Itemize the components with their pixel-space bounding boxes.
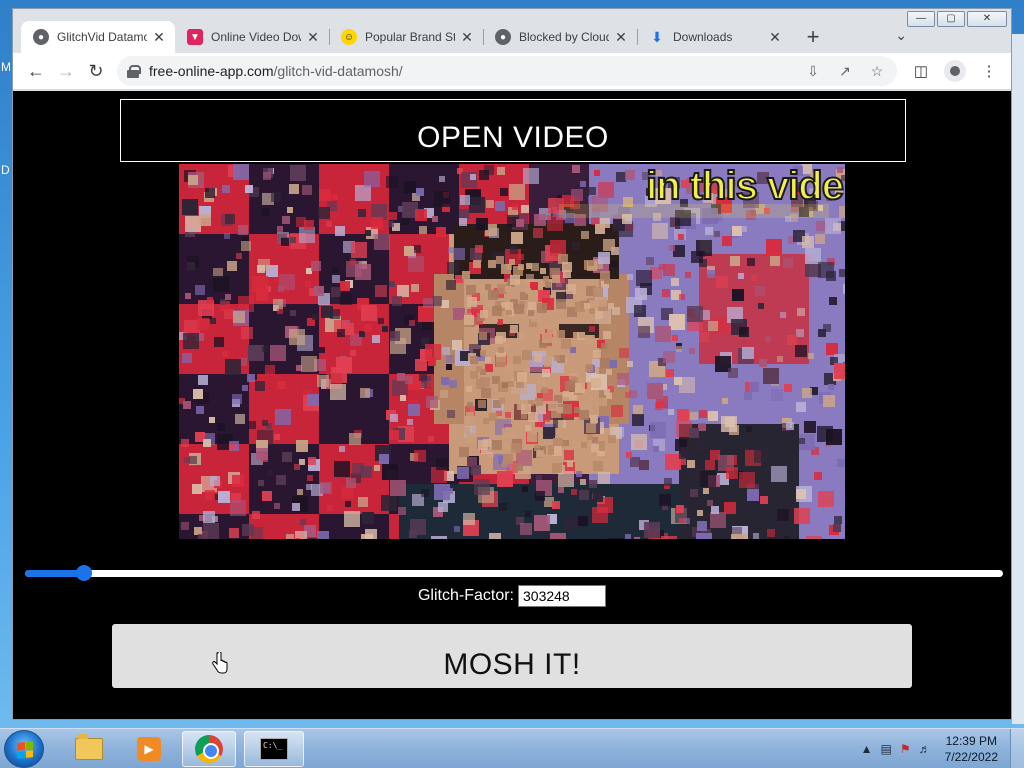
- forward-button[interactable]: →: [51, 56, 81, 86]
- chevron-down-icon[interactable]: ⌄: [895, 27, 907, 44]
- folder-icon: [75, 734, 103, 760]
- glitched-video-frame: [179, 164, 845, 539]
- taskbar: ▶ C:\_ ▲ ▤ ⚑ ♬ 12:39 PM 7/22/2022: [0, 728, 1024, 768]
- close-icon[interactable]: ✕: [613, 29, 629, 46]
- hand-cursor-icon: [212, 652, 228, 674]
- action-center-icon[interactable]: ⚑: [900, 742, 911, 756]
- web-page: OPEN VIDEO in this vide Glitch-Factor: M…: [13, 91, 1011, 719]
- avatar-icon: [944, 60, 966, 82]
- close-icon[interactable]: ✕: [459, 29, 475, 46]
- slider-thumb[interactable]: [75, 565, 92, 581]
- bookmark-star-icon[interactable]: ☆: [867, 61, 887, 81]
- close-icon[interactable]: ✕: [151, 29, 167, 46]
- side-panel-icon[interactable]: ◫: [907, 57, 935, 85]
- clock-date: 7/22/2022: [944, 750, 998, 764]
- chrome-taskbar-button[interactable]: [182, 731, 236, 767]
- slider-fill: [25, 570, 84, 577]
- address-bar[interactable]: free-online-app.com/glitch-vid-datamosh/…: [117, 56, 897, 86]
- volume-icon[interactable]: ♬: [919, 742, 931, 756]
- start-button[interactable]: [4, 730, 44, 768]
- toolbar-right: ◫ ⋮: [907, 57, 1003, 85]
- glitch-factor-label: Glitch-Factor:: [417, 587, 514, 604]
- command-prompt-icon: C:\_: [260, 738, 288, 760]
- desktop-icon-label: D: [1, 163, 10, 177]
- glitch-factor-row: Glitch-Factor:: [13, 585, 1011, 607]
- tab-cloudflare[interactable]: ● Blocked by Cloudflare ✕: [483, 21, 637, 53]
- globe-icon: ●: [495, 29, 511, 45]
- show-desktop-button[interactable]: [1010, 729, 1024, 768]
- tab-video-downloader[interactable]: ▼ Online Video Downloader ✕: [175, 21, 329, 53]
- cmd-taskbar-button[interactable]: C:\_: [244, 731, 304, 767]
- browser-toolbar: ← → ↻ free-online-app.com/glitch-vid-dat…: [13, 53, 1011, 90]
- tab-title: Popular Brand Store: [365, 30, 455, 44]
- network-icon[interactable]: ▤: [881, 742, 892, 756]
- omnibox-actions: ⇩ ↗ ☆: [803, 61, 887, 81]
- reload-button[interactable]: ↻: [81, 56, 111, 86]
- explorer-taskbar-button[interactable]: [62, 731, 116, 767]
- system-tray: ▲ ▤ ⚑ ♬ 12:39 PM 7/22/2022: [861, 729, 1024, 768]
- video-preview[interactable]: in this vide: [179, 164, 845, 539]
- menu-kebab-icon[interactable]: ⋮: [975, 57, 1003, 85]
- clock[interactable]: 12:39 PM 7/22/2022: [945, 733, 998, 765]
- yellow-smile-icon: ☺: [341, 29, 357, 45]
- profile-button[interactable]: [941, 57, 969, 85]
- tab-downloads[interactable]: ⬇ Downloads ✕: [637, 21, 791, 53]
- share-icon[interactable]: ↗: [835, 61, 855, 81]
- video-caption: in this vide: [645, 164, 845, 209]
- install-app-icon[interactable]: ⇩: [803, 61, 823, 81]
- mosh-it-button[interactable]: MOSH IT!: [112, 624, 912, 688]
- tab-glitchvid[interactable]: ● GlitchVid Datamosh ✕: [21, 21, 175, 53]
- tab-title: Blocked by Cloudflare: [519, 30, 609, 44]
- new-tab-button[interactable]: +: [799, 23, 827, 51]
- clock-time: 12:39 PM: [945, 734, 997, 748]
- slider-track[interactable]: [25, 570, 1003, 577]
- lock-icon[interactable]: [127, 65, 141, 78]
- windows-logo-icon: [17, 741, 33, 759]
- glitch-slider[interactable]: [25, 565, 1003, 581]
- desktop-icon-label: M: [1, 60, 11, 74]
- tab-title: Downloads: [673, 30, 733, 44]
- tab-brand-store[interactable]: ☺ Popular Brand Store ✕: [329, 21, 483, 53]
- url-text[interactable]: free-online-app.com/glitch-vid-datamosh/: [149, 63, 803, 79]
- close-icon[interactable]: ✕: [767, 29, 783, 46]
- url-host: free-online-app.com: [149, 63, 274, 79]
- url-path: /glitch-vid-datamosh/: [273, 63, 403, 79]
- tab-strip: ● GlitchVid Datamosh ✕ ▼ Online Video Do…: [21, 19, 1001, 53]
- open-video-button[interactable]: OPEN VIDEO: [120, 99, 906, 162]
- close-icon[interactable]: ✕: [305, 29, 321, 46]
- browser-window: — ▢ ✕ ● GlitchVid Datamosh ✕ ▼ Online Vi…: [12, 8, 1012, 720]
- media-player-icon: ▶: [137, 737, 161, 761]
- tab-title: Online Video Downloader: [211, 30, 301, 44]
- back-button[interactable]: ←: [21, 56, 51, 86]
- media-player-taskbar-button[interactable]: ▶: [122, 731, 176, 767]
- background-window-edge: [1012, 34, 1024, 724]
- pink-download-icon: ▼: [187, 29, 203, 45]
- download-icon: ⬇: [651, 28, 663, 45]
- globe-icon: ●: [33, 29, 49, 45]
- glitch-factor-input[interactable]: [518, 585, 606, 607]
- chrome-icon: [195, 735, 223, 763]
- tray-expand-icon[interactable]: ▲: [861, 742, 873, 756]
- tab-title: GlitchVid Datamosh: [57, 30, 147, 44]
